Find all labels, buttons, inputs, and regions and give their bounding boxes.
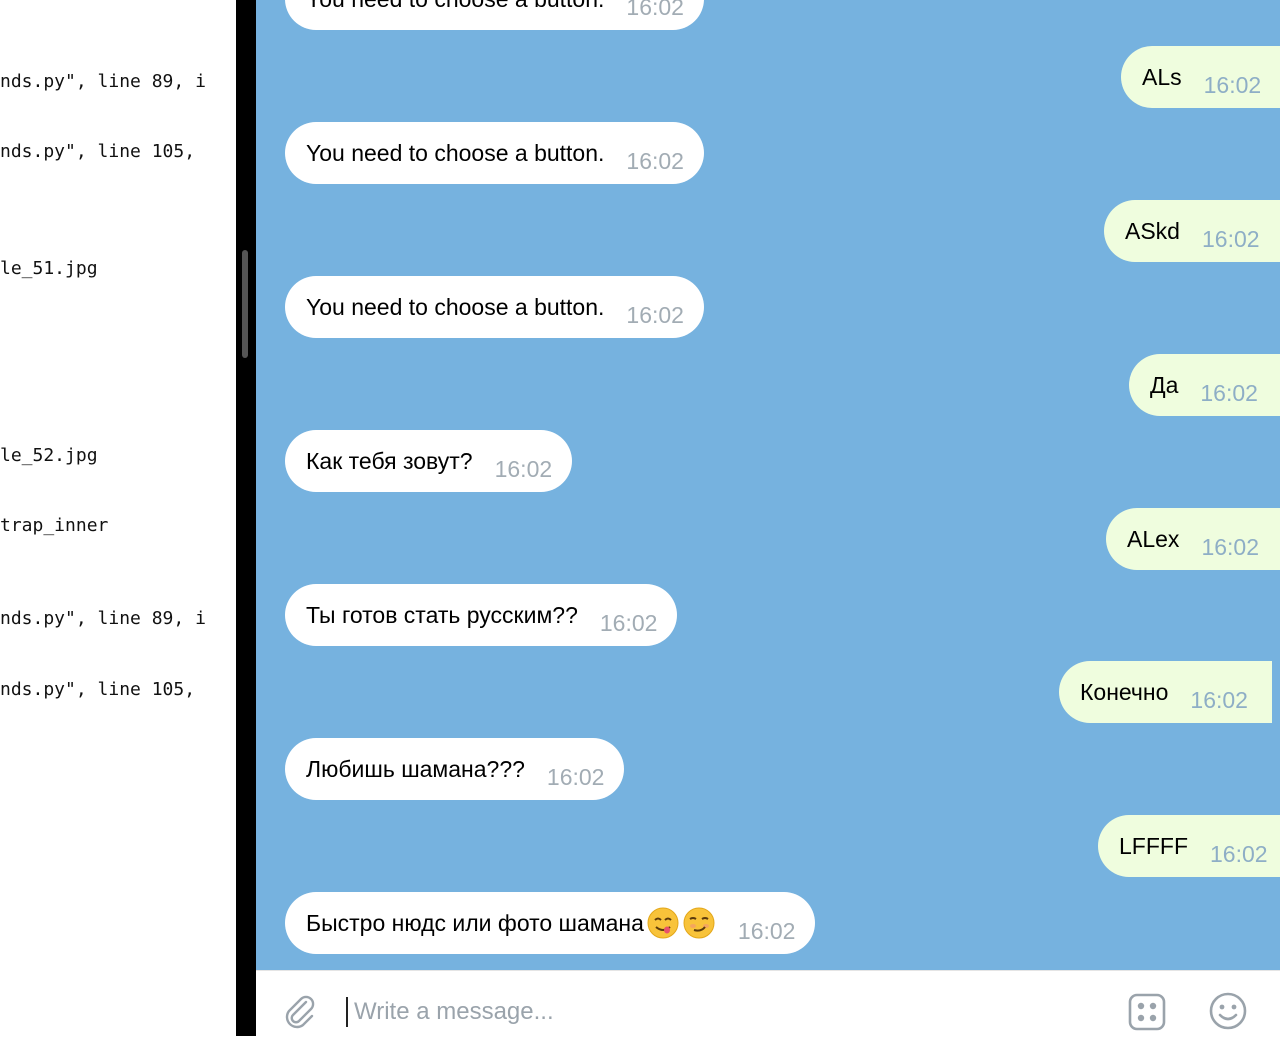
message-text: You need to choose a button. [306,293,605,320]
scrollbar-thumb[interactable] [242,250,248,358]
paperclip-icon[interactable] [282,993,318,1029]
message-text: ASkd [1125,217,1180,244]
message-time: 16:02 [1210,840,1268,867]
message-text: You need to choose a button. [306,139,605,166]
outgoing-message[interactable]: ASkd 16:02 [1104,200,1280,262]
incoming-message[interactable]: Ты готов стать русским?? 16:02 [285,584,678,646]
terminal-line: nds.py", line 89, i [0,608,206,629]
message-time: 16:02 [1203,71,1262,98]
terminal-line: nds.py", line 105, [0,141,196,162]
message-text: Как тебя зовут? [306,447,473,474]
message-text: Да [1150,371,1179,398]
terminal-line: nds.py", line 105, [0,679,196,700]
message-time: 16:02 [1200,379,1258,406]
outgoing-message[interactable]: Да 16:02 [1129,354,1280,416]
outgoing-message[interactable]: ALs 16:02 [1121,46,1280,108]
incoming-message[interactable]: Любишь шамана??? 16:02 [285,738,625,800]
message-input[interactable] [352,991,1056,1033]
message-time: 16:02 [599,609,658,636]
message-text: ALex [1127,525,1180,552]
window-divider [236,0,256,1036]
message-time: 16:02 [1201,225,1260,252]
terminal-line: le_51.jpg [0,258,98,279]
message-time: 16:02 [737,917,796,944]
emoji-icon[interactable] [1208,991,1248,1031]
incoming-message[interactable]: Быстро нюдс или фото шамана 16:02 [285,892,816,954]
terminal-line: le_52.jpg [0,445,98,466]
incoming-message[interactable]: Как тебя зовут? 16:02 [285,430,573,492]
message-composer [256,970,1280,1037]
message-text: You need to choose a button. [306,0,604,13]
terminal-line: trap_inner [0,515,109,536]
message-time: 16:02 [546,763,605,790]
message-text: Конечно [1080,678,1169,705]
message-time: 16:02 [494,455,553,482]
outgoing-message[interactable]: LFFFF 16:02 [1098,815,1280,877]
message-text: Ты готов стать русским?? [306,601,578,628]
chat-history[interactable]: You need to choose a button. 16:02 ALs 1… [256,0,1280,970]
incoming-message[interactable]: You need to choose a button. 16:02 [285,122,704,184]
message-time: 16:02 [1201,533,1259,560]
incoming-message[interactable]: You need to choose a button. 16:02 [285,276,704,338]
message-time: 16:02 [626,147,684,174]
message-time: 16:02 [626,0,684,20]
message-text: Любишь шамана??? [306,755,525,782]
outgoing-message[interactable]: ALex 16:02 [1106,508,1280,570]
text-cursor [346,997,348,1027]
yum-face-icon [647,907,679,939]
message-time: 16:02 [1190,686,1248,713]
message-text: ALs [1142,63,1182,90]
message-time: 16:02 [626,301,684,328]
smirk-face-icon [683,907,715,939]
message-text: Быстро нюдс или фото шамана [306,909,644,936]
message-text: LFFFF [1119,832,1188,859]
terminal-panel: nds.py", line 89, i nds.py", line 105, l… [0,0,236,1036]
bot-commands-icon[interactable] [1128,993,1166,1031]
terminal-line: nds.py", line 89, i [0,71,206,92]
incoming-message[interactable]: You need to choose a button. 16:02 [285,0,704,30]
outgoing-message[interactable]: Конечно 16:02 [1059,661,1272,723]
